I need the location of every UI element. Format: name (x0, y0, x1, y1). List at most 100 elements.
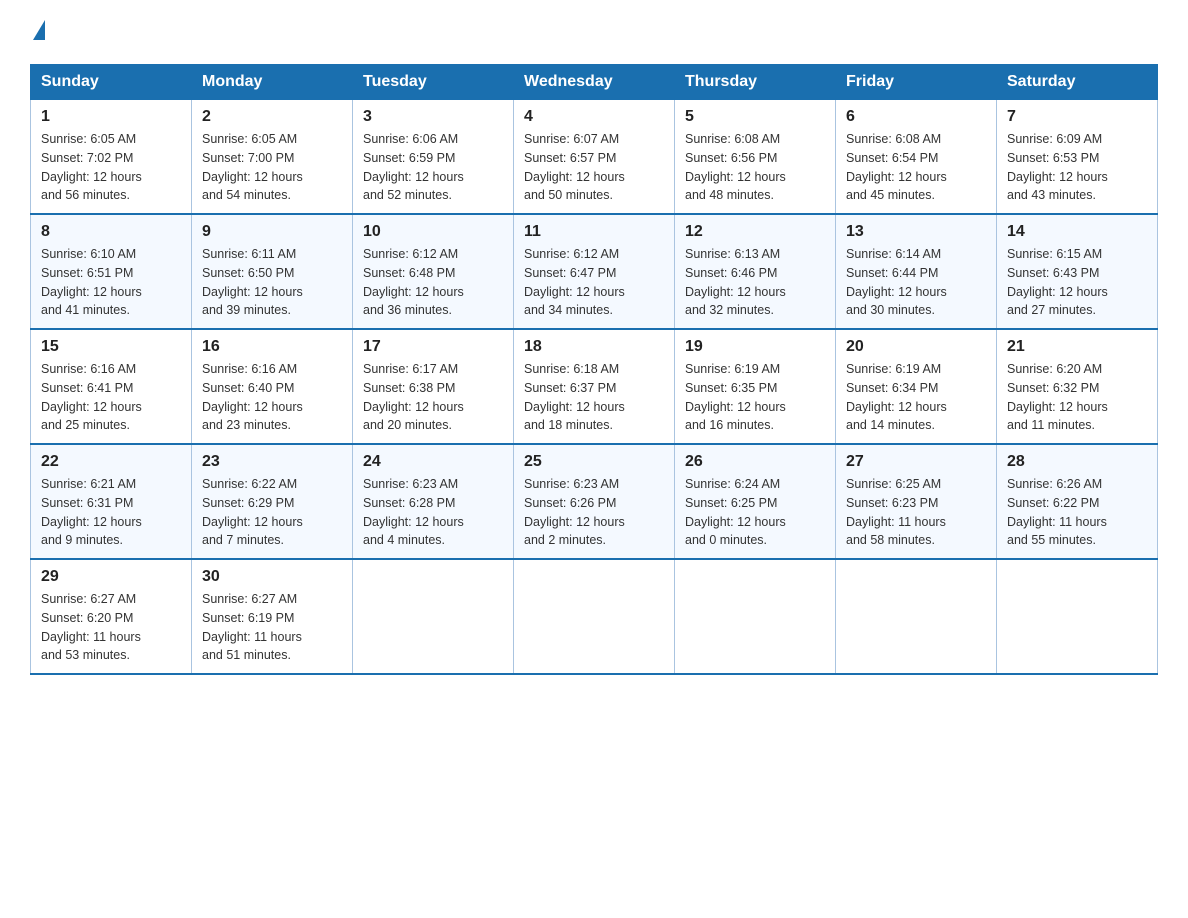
day-info: Sunrise: 6:24 AMSunset: 6:25 PMDaylight:… (685, 475, 825, 550)
day-info: Sunrise: 6:15 AMSunset: 6:43 PMDaylight:… (1007, 245, 1147, 320)
day-info: Sunrise: 6:20 AMSunset: 6:32 PMDaylight:… (1007, 360, 1147, 435)
weekday-header-monday: Monday (192, 65, 353, 100)
day-info: Sunrise: 6:12 AMSunset: 6:48 PMDaylight:… (363, 245, 503, 320)
day-number: 9 (202, 223, 342, 241)
calendar-day-cell: 12 Sunrise: 6:13 AMSunset: 6:46 PMDayligh… (675, 214, 836, 329)
day-number: 10 (363, 223, 503, 241)
day-number: 17 (363, 338, 503, 356)
day-number: 23 (202, 453, 342, 471)
logo (30, 20, 45, 44)
day-number: 22 (41, 453, 181, 471)
day-number: 5 (685, 108, 825, 126)
calendar-day-cell: 17 Sunrise: 6:17 AMSunset: 6:38 PMDayligh… (353, 329, 514, 444)
day-info: Sunrise: 6:25 AMSunset: 6:23 PMDaylight:… (846, 475, 986, 550)
calendar-day-cell (997, 559, 1158, 674)
day-info: Sunrise: 6:26 AMSunset: 6:22 PMDaylight:… (1007, 475, 1147, 550)
calendar-day-cell: 9 Sunrise: 6:11 AMSunset: 6:50 PMDaylight… (192, 214, 353, 329)
day-info: Sunrise: 6:21 AMSunset: 6:31 PMDaylight:… (41, 475, 181, 550)
weekday-header-tuesday: Tuesday (353, 65, 514, 100)
calendar-day-cell: 20Sunrise: 6:19 AMSunset: 6:34 PMDayligh… (836, 329, 997, 444)
day-number: 26 (685, 453, 825, 471)
day-info: Sunrise: 6:17 AMSunset: 6:38 PMDaylight:… (363, 360, 503, 435)
day-info: Sunrise: 6:07 AMSunset: 6:57 PMDaylight:… (524, 130, 664, 205)
logo-triangle-icon (33, 20, 45, 40)
calendar-day-cell: 28 Sunrise: 6:26 AMSunset: 6:22 PMDayligh… (997, 444, 1158, 559)
day-info: Sunrise: 6:16 AMSunset: 6:40 PMDaylight:… (202, 360, 342, 435)
calendar-day-cell: 8Sunrise: 6:10 AMSunset: 6:51 PMDaylight… (31, 214, 192, 329)
weekday-header-row: SundayMondayTuesdayWednesdayThursdayFrid… (31, 65, 1158, 100)
day-info: Sunrise: 6:05 AMSunset: 7:02 PMDaylight:… (41, 130, 181, 205)
day-number: 19 (685, 338, 825, 356)
calendar-day-cell (353, 559, 514, 674)
calendar-table: SundayMondayTuesdayWednesdayThursdayFrid… (30, 64, 1158, 675)
day-number: 11 (524, 223, 664, 241)
day-info: Sunrise: 6:08 AMSunset: 6:54 PMDaylight:… (846, 130, 986, 205)
calendar-day-cell: 4Sunrise: 6:07 AMSunset: 6:57 PMDaylight… (514, 100, 675, 215)
day-number: 18 (524, 338, 664, 356)
calendar-day-cell: 3 Sunrise: 6:06 AMSunset: 6:59 PMDaylight… (353, 100, 514, 215)
day-number: 1 (41, 108, 181, 126)
day-info: Sunrise: 6:06 AMSunset: 6:59 PMDaylight:… (363, 130, 503, 205)
calendar-week-2: 8Sunrise: 6:10 AMSunset: 6:51 PMDaylight… (31, 214, 1158, 329)
day-number: 27 (846, 453, 986, 471)
day-number: 12 (685, 223, 825, 241)
weekday-header-wednesday: Wednesday (514, 65, 675, 100)
day-number: 13 (846, 223, 986, 241)
day-number: 3 (363, 108, 503, 126)
day-info: Sunrise: 6:27 AMSunset: 6:20 PMDaylight:… (41, 590, 181, 665)
day-number: 21 (1007, 338, 1147, 356)
day-info: Sunrise: 6:23 AMSunset: 6:26 PMDaylight:… (524, 475, 664, 550)
day-info: Sunrise: 6:19 AMSunset: 6:34 PMDaylight:… (846, 360, 986, 435)
day-info: Sunrise: 6:18 AMSunset: 6:37 PMDaylight:… (524, 360, 664, 435)
day-info: Sunrise: 6:14 AMSunset: 6:44 PMDaylight:… (846, 245, 986, 320)
calendar-day-cell: 25 Sunrise: 6:23 AMSunset: 6:26 PMDayligh… (514, 444, 675, 559)
day-info: Sunrise: 6:23 AMSunset: 6:28 PMDaylight:… (363, 475, 503, 550)
day-info: Sunrise: 6:12 AMSunset: 6:47 PMDaylight:… (524, 245, 664, 320)
day-number: 25 (524, 453, 664, 471)
calendar-body: 1 Sunrise: 6:05 AMSunset: 7:02 PMDaylight… (31, 100, 1158, 675)
calendar-day-cell: 15Sunrise: 6:16 AMSunset: 6:41 PMDayligh… (31, 329, 192, 444)
day-info: Sunrise: 6:11 AMSunset: 6:50 PMDaylight:… (202, 245, 342, 320)
day-number: 28 (1007, 453, 1147, 471)
day-info: Sunrise: 6:08 AMSunset: 6:56 PMDaylight:… (685, 130, 825, 205)
calendar-day-cell: 19 Sunrise: 6:19 AMSunset: 6:35 PMDayligh… (675, 329, 836, 444)
calendar-day-cell: 5 Sunrise: 6:08 AMSunset: 6:56 PMDaylight… (675, 100, 836, 215)
day-info: Sunrise: 6:16 AMSunset: 6:41 PMDaylight:… (41, 360, 181, 435)
day-info: Sunrise: 6:22 AMSunset: 6:29 PMDaylight:… (202, 475, 342, 550)
day-info: Sunrise: 6:13 AMSunset: 6:46 PMDaylight:… (685, 245, 825, 320)
calendar-day-cell: 26 Sunrise: 6:24 AMSunset: 6:25 PMDayligh… (675, 444, 836, 559)
calendar-day-cell: 27 Sunrise: 6:25 AMSunset: 6:23 PMDayligh… (836, 444, 997, 559)
day-number: 14 (1007, 223, 1147, 241)
day-number: 29 (41, 568, 181, 586)
day-number: 30 (202, 568, 342, 586)
calendar-day-cell: 14 Sunrise: 6:15 AMSunset: 6:43 PMDayligh… (997, 214, 1158, 329)
weekday-header-thursday: Thursday (675, 65, 836, 100)
calendar-day-cell: 22 Sunrise: 6:21 AMSunset: 6:31 PMDayligh… (31, 444, 192, 559)
calendar-week-4: 22 Sunrise: 6:21 AMSunset: 6:31 PMDayligh… (31, 444, 1158, 559)
calendar-day-cell: 11 Sunrise: 6:12 AMSunset: 6:47 PMDayligh… (514, 214, 675, 329)
calendar-day-cell: 24 Sunrise: 6:23 AMSunset: 6:28 PMDayligh… (353, 444, 514, 559)
calendar-day-cell: 16 Sunrise: 6:16 AMSunset: 6:40 PMDayligh… (192, 329, 353, 444)
day-number: 16 (202, 338, 342, 356)
calendar-day-cell: 10 Sunrise: 6:12 AMSunset: 6:48 PMDayligh… (353, 214, 514, 329)
calendar-day-cell: 23 Sunrise: 6:22 AMSunset: 6:29 PMDayligh… (192, 444, 353, 559)
day-info: Sunrise: 6:05 AMSunset: 7:00 PMDaylight:… (202, 130, 342, 205)
calendar-week-3: 15Sunrise: 6:16 AMSunset: 6:41 PMDayligh… (31, 329, 1158, 444)
calendar-day-cell: 13 Sunrise: 6:14 AMSunset: 6:44 PMDayligh… (836, 214, 997, 329)
calendar-day-cell: 6Sunrise: 6:08 AMSunset: 6:54 PMDaylight… (836, 100, 997, 215)
calendar-week-1: 1 Sunrise: 6:05 AMSunset: 7:02 PMDaylight… (31, 100, 1158, 215)
weekday-header-friday: Friday (836, 65, 997, 100)
day-number: 7 (1007, 108, 1147, 126)
day-number: 24 (363, 453, 503, 471)
calendar-week-5: 29 Sunrise: 6:27 AMSunset: 6:20 PMDayligh… (31, 559, 1158, 674)
weekday-header-sunday: Sunday (31, 65, 192, 100)
day-info: Sunrise: 6:19 AMSunset: 6:35 PMDaylight:… (685, 360, 825, 435)
calendar-day-cell: 1 Sunrise: 6:05 AMSunset: 7:02 PMDaylight… (31, 100, 192, 215)
day-number: 8 (41, 223, 181, 241)
calendar-day-cell (514, 559, 675, 674)
calendar-day-cell: 18 Sunrise: 6:18 AMSunset: 6:37 PMDayligh… (514, 329, 675, 444)
calendar-day-cell (836, 559, 997, 674)
calendar-day-cell: 7Sunrise: 6:09 AMSunset: 6:53 PMDaylight… (997, 100, 1158, 215)
day-number: 2 (202, 108, 342, 126)
calendar-day-cell: 21 Sunrise: 6:20 AMSunset: 6:32 PMDayligh… (997, 329, 1158, 444)
